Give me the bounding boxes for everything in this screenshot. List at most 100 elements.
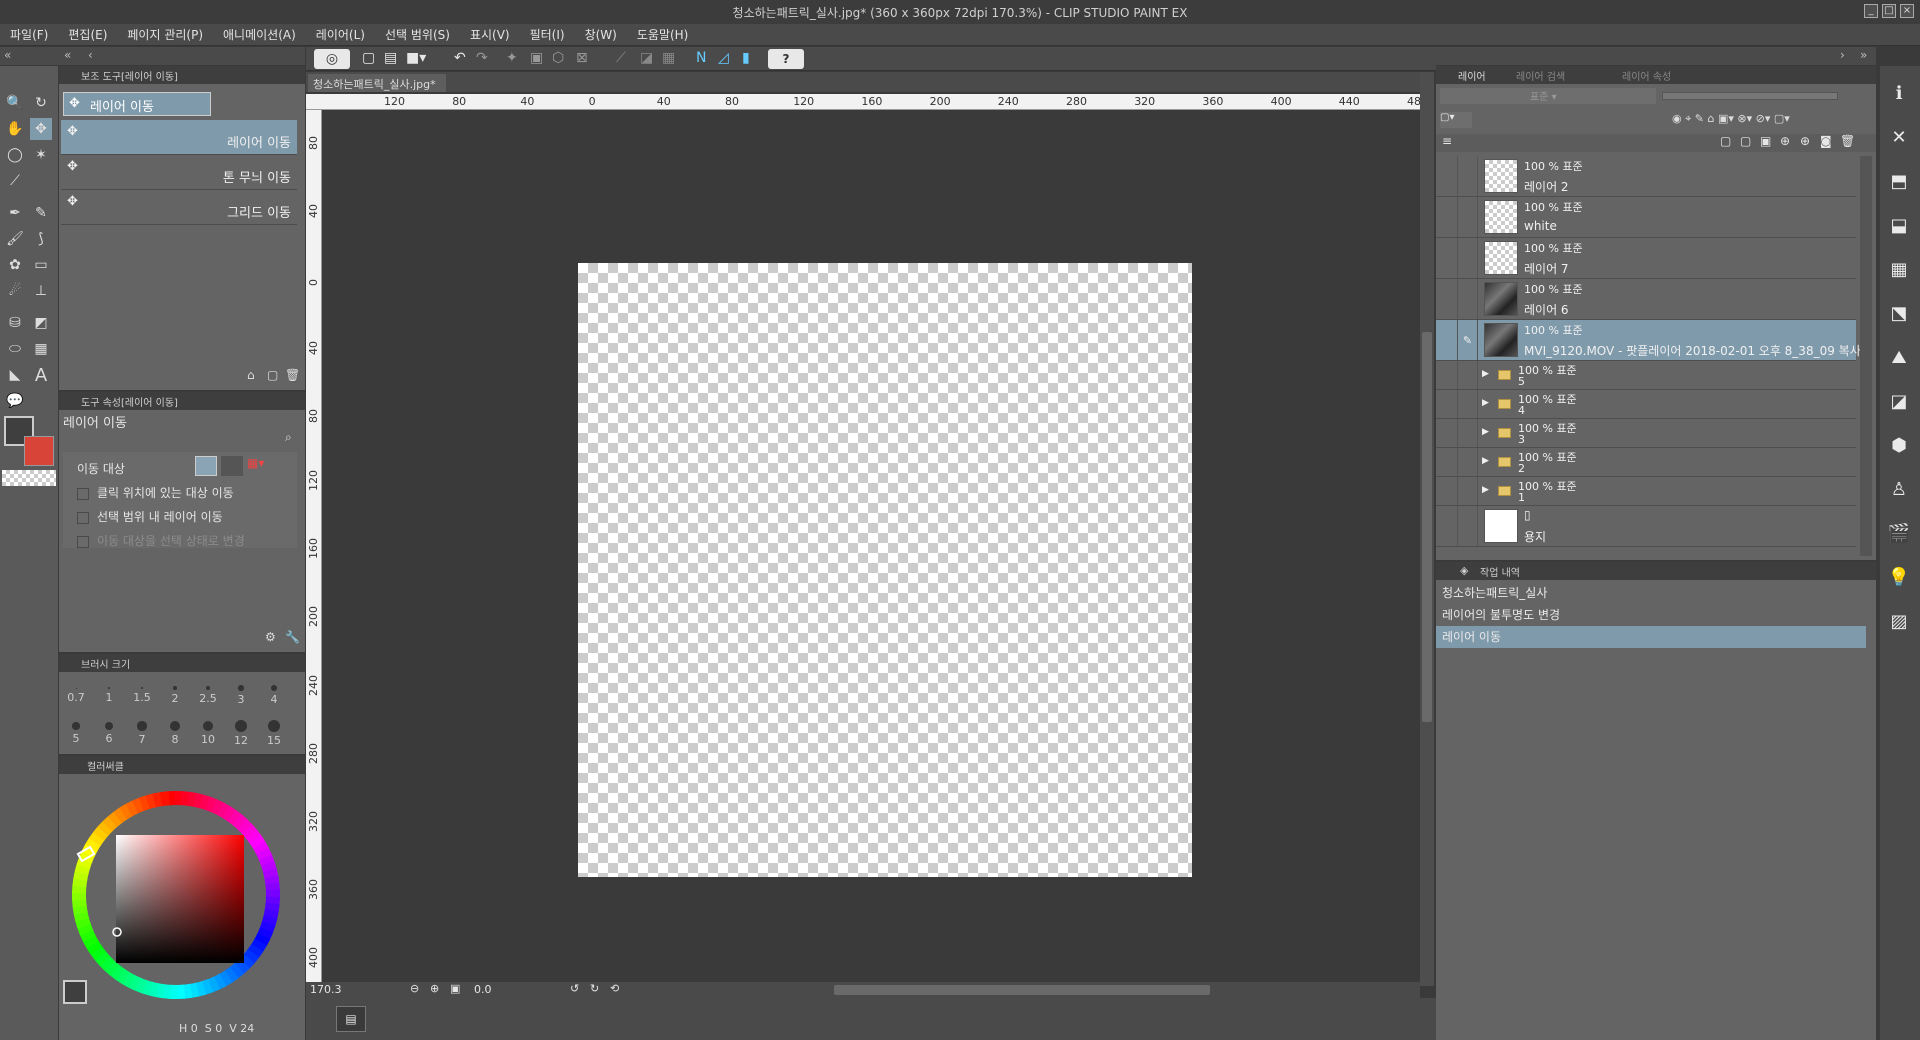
folder-expand-icon[interactable]: ▶ xyxy=(1482,369,1489,379)
layer-row[interactable]: 100 % 표준 레이어 7 xyxy=(1436,238,1856,279)
gradient-tool-icon[interactable]: ◩ xyxy=(30,312,52,334)
zoom-tool-icon[interactable]: 🔍 xyxy=(4,92,26,114)
brush-size-option[interactable]: 5 xyxy=(61,716,91,745)
brush-size-option[interactable]: 2 xyxy=(160,678,190,705)
menu-layer[interactable]: 레이어(L) xyxy=(316,26,365,43)
collapse-panel-icon[interactable]: « xyxy=(64,48,71,62)
layer-row[interactable]: ✎ 100 % 표준 MVI_9120.MOV - 팟플레이어 2018-02-01… xyxy=(1436,320,1861,361)
help-icon[interactable]: ? xyxy=(768,49,804,69)
reset-rotation-icon[interactable]: ⟲ xyxy=(610,982,619,995)
subtool-group-tab[interactable]: ✥ 레이어 이동 xyxy=(63,92,211,116)
new-raster-icon[interactable]: ▢ xyxy=(1720,134,1731,148)
layer-row[interactable]: 용지 ▯ xyxy=(1436,506,1856,547)
transparent-color-swatch[interactable] xyxy=(2,470,56,486)
idea-icon[interactable]: 💡 xyxy=(1880,558,1918,596)
figure-tool-icon[interactable]: ⊥ xyxy=(30,280,52,302)
brush-size-option[interactable]: 0.7 xyxy=(61,678,91,704)
layer-scrollbar[interactable] xyxy=(1860,156,1872,556)
scale-icon[interactable]: ⊠ xyxy=(576,50,588,66)
brush-size-option[interactable]: 4 xyxy=(259,678,289,706)
history-item[interactable]: 레이어 이동 xyxy=(1436,626,1866,648)
open-file-icon[interactable]: ▤ xyxy=(384,50,397,66)
layer-folder-row[interactable]: ▶ 100 % 표준 1 xyxy=(1436,477,1856,506)
invert-selection-icon[interactable]: ◪ xyxy=(640,50,653,66)
settings-icon[interactable]: ⚙ xyxy=(265,630,276,644)
brush-size-option[interactable]: 12 xyxy=(226,716,256,747)
tab-layer-property[interactable]: 레이어 속성 xyxy=(1622,68,1671,83)
decoration-tool-icon[interactable]: ✿ xyxy=(4,254,26,276)
layer-lock-toggle[interactable] xyxy=(1458,361,1478,389)
layer-folder-row[interactable]: ▶ 100 % 표준 5 xyxy=(1436,361,1856,390)
brush-size-option[interactable]: 15 xyxy=(259,716,289,747)
subtool-item-tone-move[interactable]: ✥ 톤 무늬 이동 xyxy=(61,155,297,190)
layer-row[interactable]: 100 % 표준 레이어 6 xyxy=(1436,279,1856,320)
layer-folder-row[interactable]: ▶ 100 % 표준 2 xyxy=(1436,448,1856,477)
horizontal-scroll-thumb[interactable] xyxy=(834,985,1210,995)
fill-icon[interactable]: ▣ xyxy=(530,50,543,66)
maximize-button[interactable]: □ xyxy=(1882,4,1896,18)
layer-lock-toggle[interactable] xyxy=(1458,238,1478,278)
layer-visibility-toggle[interactable] xyxy=(1438,390,1458,418)
history-item[interactable]: 레이어의 불투명도 변경 xyxy=(1436,604,1866,626)
collapse-right-icon[interactable]: » xyxy=(1860,48,1867,62)
navigator-icon[interactable]: ✕ xyxy=(1880,118,1918,156)
material-monochrome-icon[interactable]: ⬔ xyxy=(1880,294,1918,332)
layer-visibility-toggle[interactable] xyxy=(1438,279,1458,319)
airbrush-tool-icon[interactable]: ⟆ xyxy=(30,228,52,250)
save-file-icon[interactable]: ■▾ xyxy=(406,50,426,66)
material-pose-icon[interactable]: ♙ xyxy=(1880,470,1918,508)
target-layer-icon[interactable] xyxy=(195,456,217,476)
chevron-right-icon[interactable]: › xyxy=(1840,48,1845,62)
layer-visibility-toggle[interactable] xyxy=(1438,506,1458,546)
trash-icon[interactable]: 🗑 xyxy=(1840,134,1855,148)
layer-visibility-toggle[interactable] xyxy=(1438,361,1458,389)
layer-visibility-toggle[interactable] xyxy=(1438,197,1458,237)
layer-lock-toggle[interactable] xyxy=(1458,477,1478,505)
redo-icon[interactable]: ↷ xyxy=(476,50,488,66)
text-tool-icon[interactable]: A xyxy=(30,364,52,386)
folder-expand-icon[interactable]: ▶ xyxy=(1482,485,1489,495)
trash-icon[interactable]: 🗑 xyxy=(285,368,300,382)
tab-layer-search[interactable]: 레이어 검색 xyxy=(1516,68,1565,83)
snap-grid-icon[interactable]: ◿ xyxy=(718,50,729,66)
canvas-document[interactable] xyxy=(578,263,1192,877)
option-selection-move[interactable]: 선택 범위 내 레이어 이동 xyxy=(77,508,223,525)
layer-lock-toggle[interactable] xyxy=(1458,448,1478,476)
eraser-tool-icon[interactable]: ▭ xyxy=(30,254,52,276)
menu-window[interactable]: 창(W) xyxy=(585,26,617,43)
layer-lock-toggle[interactable] xyxy=(1458,390,1478,418)
layer-folder-row[interactable]: ▶ 100 % 표준 4 xyxy=(1436,390,1856,419)
image-icon[interactable]: ▨ xyxy=(1880,602,1918,640)
target-tone-icon[interactable] xyxy=(221,456,243,476)
blend-tool-icon[interactable]: ☄ xyxy=(4,280,26,302)
layer-lock-toggle[interactable] xyxy=(1458,156,1478,196)
transform-icon[interactable]: ⬡ xyxy=(552,50,564,66)
operation-tool-icon[interactable]: ◣ xyxy=(4,364,26,386)
zoom-in-icon[interactable]: ⊕ xyxy=(430,982,439,995)
combine-icon[interactable]: ⊕ xyxy=(1800,134,1810,148)
vertical-scrollbar[interactable] xyxy=(1420,72,1434,986)
magnify-icon[interactable]: ⌕ xyxy=(285,430,292,445)
snap-special-icon[interactable]: ▮ xyxy=(742,50,750,66)
brush-size-option[interactable]: 7 xyxy=(127,716,157,746)
minimize-button[interactable]: _ xyxy=(1864,4,1878,18)
material-image-icon[interactable]: ⛰ xyxy=(1880,338,1918,376)
rotate-right-icon[interactable]: ↻ xyxy=(590,982,599,995)
collapse-left-icon[interactable]: « xyxy=(4,48,11,62)
zoom-readout[interactable]: 170.3 xyxy=(310,983,342,996)
document-tab[interactable]: 청소하는패트릭_실사.jpg* ▪ xyxy=(308,74,446,105)
lock-icon[interactable]: ⌂ xyxy=(247,368,255,382)
layer-menu-icon[interactable]: ≡ xyxy=(1442,134,1452,148)
folder-expand-icon[interactable]: ▶ xyxy=(1482,456,1489,466)
zoom-out-icon[interactable]: ⊖ xyxy=(410,982,419,995)
option-click-target[interactable]: 클릭 위치에 있는 대상 이동 xyxy=(77,484,234,501)
brush-size-option[interactable]: 2.5 xyxy=(193,678,223,705)
material-3d-icon[interactable]: ⬢ xyxy=(1880,426,1918,464)
brush-size-option[interactable]: 6 xyxy=(94,716,124,745)
opacity-slider[interactable] xyxy=(1662,92,1838,100)
mask-icon[interactable]: ◙ xyxy=(1820,134,1832,148)
balloon-tool-icon[interactable]: 💬 xyxy=(4,390,26,412)
chevron-left-icon[interactable]: ‹ xyxy=(88,48,93,62)
menu-file[interactable]: 파일(F) xyxy=(10,26,48,43)
layer-visibility-toggle[interactable] xyxy=(1438,156,1458,196)
